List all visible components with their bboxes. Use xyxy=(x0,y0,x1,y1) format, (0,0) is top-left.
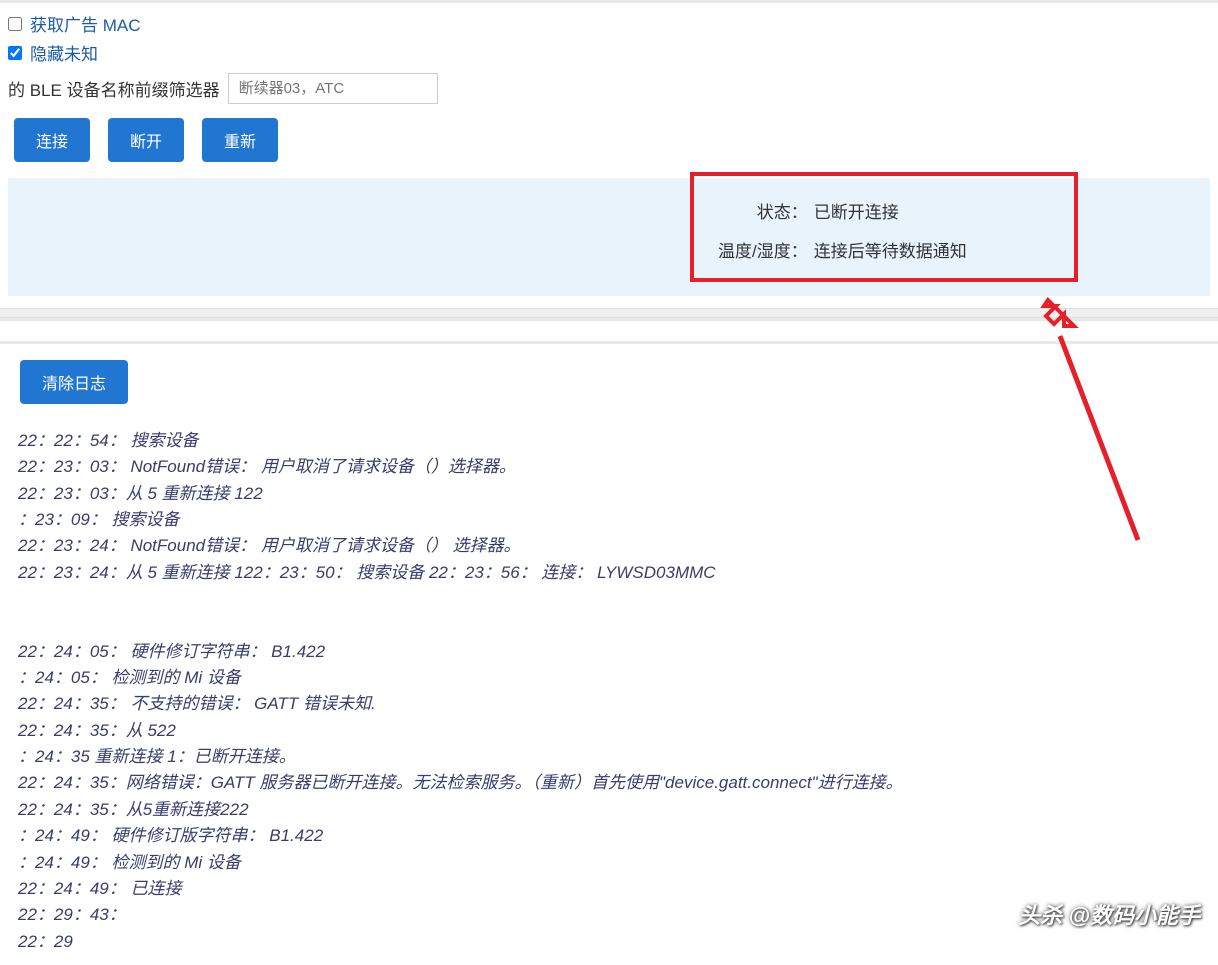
hide-unknown-checkbox[interactable] xyxy=(8,46,22,60)
log-output: 22：22：54： 搜索设备22：23：03： NotFound错误： 用户取消… xyxy=(14,428,1208,955)
log-line: ：24：49： 检测到的 Mi 设备 xyxy=(18,850,1208,876)
log-line: 22：23：03：从 5 重新连接 122 xyxy=(18,481,1208,507)
hide-unknown-row: 隐藏未知 xyxy=(8,40,1210,65)
name-filter-label: 的 BLE 设备名称前缀筛选器 xyxy=(8,76,220,101)
log-line: ：23：09： 搜索设备 xyxy=(18,507,1208,533)
log-line: 22：29：43： xyxy=(18,902,1208,928)
log-line: 22：23：03： NotFound错误： 用户取消了请求设备（）选择器。 xyxy=(18,454,1208,480)
ble-controls-panel: 获取广告 MAC 隐藏未知 的 BLE 设备名称前缀筛选器 连接 断开 重新 状… xyxy=(0,0,1218,308)
disconnect-button[interactable]: 断开 xyxy=(108,118,184,162)
name-filter-row: 的 BLE 设备名称前缀筛选器 xyxy=(8,73,1210,104)
temp-value: 连接后等待数据通知 xyxy=(814,237,967,276)
log-line: ：24：35 重新连接 1：已断开连接。 xyxy=(18,744,1208,770)
log-line: 22：23：24：从 5 重新连接 122：23：50： 搜索设备 22：23：… xyxy=(18,560,1208,586)
get-adv-mac-checkbox[interactable] xyxy=(8,17,22,31)
status-panel: 状态： 已断开连接 温度/湿度： 连接后等待数据通知 xyxy=(8,178,1210,296)
action-buttons: 连接 断开 重新 xyxy=(14,118,1210,162)
log-line: 22：24：35：从 522 xyxy=(18,718,1208,744)
temp-label: 温度/湿度： xyxy=(718,237,814,276)
state-label: 状态： xyxy=(718,198,814,237)
refresh-button[interactable]: 重新 xyxy=(202,118,278,162)
name-filter-input[interactable] xyxy=(228,73,438,104)
log-line: 22：24：35： 不支持的错误： GATT 错误未知. xyxy=(18,691,1208,717)
log-line: 22：24：35：网络错误：GATT 服务器已断开连接。无法检索服务。（重新）首… xyxy=(18,770,1208,796)
log-line xyxy=(18,586,1208,612)
log-panel: 清除日志 22：22：54： 搜索设备22：23：03： NotFound错误：… xyxy=(0,344,1218,965)
log-line: 22：22：54： 搜索设备 xyxy=(18,428,1208,454)
divider xyxy=(0,318,1218,344)
log-line: 22：24：05： 硬件修订字符串： B1.422 xyxy=(18,639,1208,665)
log-line: 22：24：35：从5重新连接222 xyxy=(18,797,1208,823)
log-line: ：24：49： 硬件修订版字符串： B1.422 xyxy=(18,823,1208,849)
log-line: 22：29 xyxy=(18,929,1208,955)
log-line: ：24：05： 检测到的 Mi 设备 xyxy=(18,665,1208,691)
get-adv-mac-row: 获取广告 MAC xyxy=(8,11,1210,36)
log-line: 22：24：49： 已连接 xyxy=(18,876,1208,902)
log-line xyxy=(18,612,1208,638)
clear-log-button[interactable]: 清除日志 xyxy=(20,360,128,404)
state-value: 已断开连接 xyxy=(814,198,967,237)
divider xyxy=(0,308,1218,318)
connect-button[interactable]: 连接 xyxy=(14,118,90,162)
hide-unknown-label[interactable]: 隐藏未知 xyxy=(30,40,98,65)
get-adv-mac-label[interactable]: 获取广告 MAC xyxy=(30,11,141,36)
log-line: 22：23：24： NotFound错误： 用户取消了请求设备（） 选择器。 xyxy=(18,533,1208,559)
